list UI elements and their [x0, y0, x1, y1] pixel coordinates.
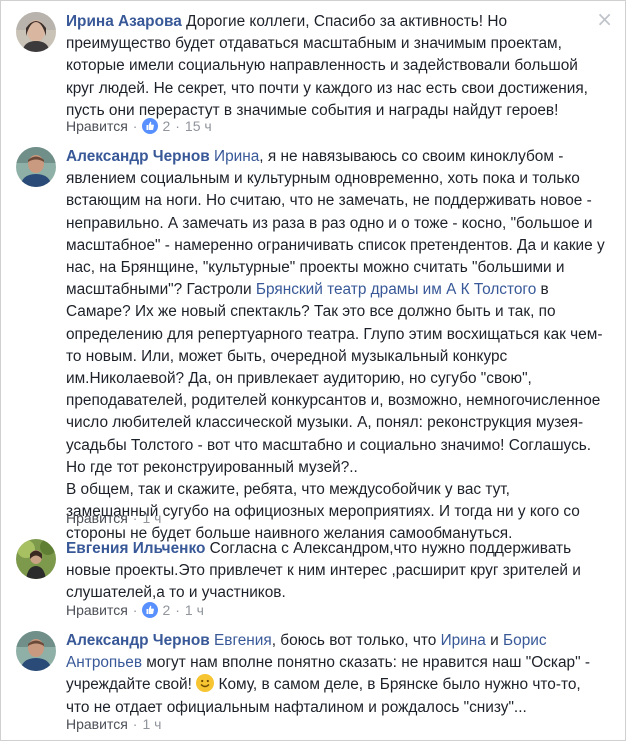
mention-link[interactable]: Брянский театр драмы им А К Толстого: [256, 281, 536, 298]
separator: ·: [132, 716, 138, 732]
comment-time[interactable]: 1 ч: [185, 602, 204, 618]
comment-text: , я не навязываюсь со своим киноклубом -…: [66, 148, 605, 299]
comment-author[interactable]: Ирина Азарова: [66, 13, 182, 30]
comment-time[interactable]: 1 ч: [142, 510, 161, 526]
like-button[interactable]: Нравится: [66, 602, 128, 618]
separator: ·: [132, 510, 138, 526]
like-count[interactable]: 2: [162, 118, 170, 134]
comment-author[interactable]: Александр Чернов: [66, 632, 210, 649]
comment-body: Евгения Ильченко Согласна с Александром,…: [66, 538, 606, 605]
separator: ·: [132, 602, 138, 618]
comment-body: Ирина Азарова Дорогие коллеги, Спасибо з…: [66, 11, 606, 122]
thumbs-up-icon[interactable]: [142, 118, 159, 134]
comment-actions: Нравится · 1 ч: [66, 715, 161, 733]
mention-link[interactable]: Ирина: [214, 148, 259, 165]
comment-author[interactable]: Александр Чернов: [66, 148, 210, 165]
avatar[interactable]: [16, 539, 56, 579]
comment-actions: Нравится · 2 · 15 ч: [66, 117, 212, 135]
comment-body: Александр Чернов Евгения, боюсь вот толь…: [66, 630, 606, 719]
comment-text: в Самаре? Их же новый спектакль? Так это…: [66, 281, 603, 476]
comment-text: и: [485, 632, 504, 649]
like-button[interactable]: Нравится: [66, 716, 128, 732]
comment-body: Александр Чернов Ирина, я не навязываюсь…: [66, 146, 606, 546]
comment-actions: Нравится · 1 ч: [66, 509, 161, 527]
avatar[interactable]: [16, 12, 56, 52]
separator: ·: [175, 118, 180, 134]
comment-time[interactable]: 1 ч: [142, 716, 161, 732]
comment-author[interactable]: Евгения Ильченко: [66, 540, 205, 557]
separator: ·: [132, 118, 138, 134]
like-button[interactable]: Нравится: [66, 510, 128, 526]
like-button[interactable]: Нравится: [66, 118, 128, 134]
mention-link[interactable]: Ирина: [441, 632, 486, 649]
avatar[interactable]: [16, 147, 56, 187]
smile-emoji-icon: [196, 674, 215, 693]
comment-text: , боюсь вот только, что: [271, 632, 441, 649]
mention-link[interactable]: Евгения: [214, 632, 272, 649]
thumbs-up-icon[interactable]: [142, 602, 159, 618]
comment-time[interactable]: 15 ч: [185, 118, 212, 134]
comment-actions: Нравится · 2 · 1 ч: [66, 601, 204, 619]
like-count[interactable]: 2: [162, 602, 170, 618]
separator: ·: [175, 602, 180, 618]
avatar[interactable]: [16, 631, 56, 671]
